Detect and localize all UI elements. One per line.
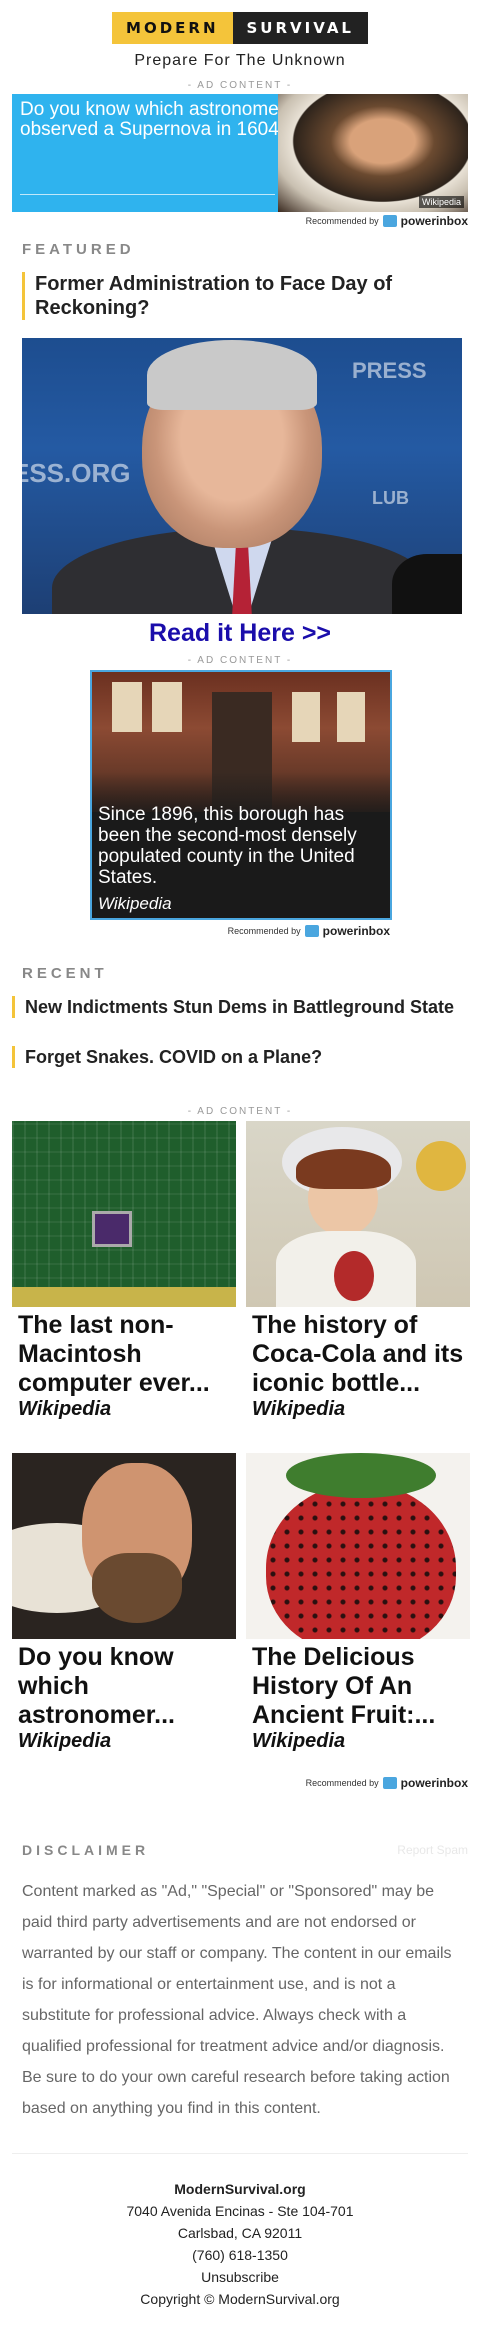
photo-window — [112, 682, 142, 732]
unsubscribe-link[interactable]: Unsubscribe — [0, 2266, 480, 2288]
footer-copyright: Copyright © ModernSurvival.org — [140, 2291, 340, 2307]
footer-site-name: ModernSurvival.org — [174, 2181, 306, 2197]
cpu-chip — [92, 1211, 132, 1247]
grid-ad-strawberry[interactable]: The Delicious History Of An Ancient Frui… — [246, 1453, 470, 1753]
portrait-beard — [92, 1553, 182, 1623]
grid-ad-coca-cola[interactable]: The history of Coca-Cola and its iconic … — [246, 1121, 470, 1421]
read-more-link[interactable]: Read it Here >> — [0, 619, 480, 648]
grid-ad-source: Wikipedia — [18, 1398, 112, 1420]
logo-word-survival: SURVIVAL — [232, 12, 368, 44]
featured-section-label: FEATURED — [22, 241, 135, 258]
recent-item-covid-plane[interactable]: Forget Snakes. COVID on a Plane? — [12, 1046, 468, 1068]
circuit-board-image — [12, 1121, 236, 1307]
grid-ad-source: Wikipedia — [18, 1730, 112, 1752]
powerinbox-brand: powerinbox — [400, 214, 468, 228]
footer-divider — [12, 2153, 468, 2154]
ad-banner-divider — [20, 194, 275, 195]
grid-ad-title: The history of Coca-Cola and its iconic … — [252, 1311, 464, 1397]
grid-ad-source: Wikipedia — [252, 1398, 346, 1420]
featured-headline[interactable]: Former Administration to Face Day of Rec… — [22, 272, 402, 320]
ad-content-label: - AD CONTENT - — [187, 1106, 293, 1117]
footer: ModernSurvival.org 7040 Avenida Encinas … — [0, 2178, 480, 2310]
poster-hair — [296, 1149, 391, 1189]
ad-content-label: - AD CONTENT - — [187, 80, 293, 91]
recommended-by[interactable]: Recommended by powerinbox — [228, 924, 390, 938]
recent-section-label: RECENT — [22, 965, 108, 982]
photo-window — [292, 692, 320, 742]
footer-address-line2: Carlsbad, CA 92011 — [177, 2225, 303, 2241]
backdrop-sign-text: PRESS — [352, 358, 427, 383]
recommended-by[interactable]: Recommended by powerinbox — [306, 214, 468, 228]
ad-box-borough[interactable]: Since 1896, this borough has been the se… — [90, 670, 392, 920]
report-spam-link[interactable]: Report Spam — [397, 1843, 468, 1857]
ad-box-source: Wikipedia — [98, 894, 172, 913]
powerinbox-icon — [382, 1777, 397, 1789]
ad-banner-text: Do you know which astronomer observed a … — [20, 99, 290, 140]
recommended-by[interactable]: Recommended by powerinbox — [306, 1776, 468, 1790]
powerinbox-brand: powerinbox — [322, 924, 390, 938]
recommended-label: Recommended by — [227, 926, 301, 936]
footer-phone: (760) 618-1350 — [192, 2247, 288, 2263]
grid-ad-computer[interactable]: The last non-Macintosh computer ever... … — [12, 1121, 236, 1421]
astronomer-portrait-image — [278, 94, 468, 212]
coca-cola-poster-image — [246, 1121, 470, 1307]
powerinbox-brand: powerinbox — [400, 1776, 468, 1790]
photo-window — [152, 682, 182, 732]
powerinbox-icon — [304, 925, 319, 937]
astronomer-portrait-image — [12, 1453, 236, 1639]
ad-content-label: - AD CONTENT - — [187, 655, 293, 666]
poster-flower — [416, 1141, 466, 1191]
recommended-label: Recommended by — [305, 216, 379, 226]
ad-box-text: Since 1896, this borough has been the se… — [98, 804, 357, 888]
microphone-icon — [392, 554, 462, 614]
footer-address-line1: 7040 Avenida Encinas - Ste 104-701 — [126, 2203, 354, 2219]
featured-photo[interactable]: ESS.ORG PRESS LUB — [22, 338, 462, 614]
strawberry-illustration-image — [246, 1453, 470, 1639]
disclaimer-text: Content marked as "Ad," "Special" or "Sp… — [22, 1883, 452, 2117]
backdrop-sign-text: ESS.ORG — [22, 458, 131, 488]
strawberry-leaves — [286, 1453, 436, 1498]
strawberry-body — [266, 1483, 456, 1639]
tagline: Prepare For The Unknown — [134, 52, 346, 69]
newsletter-header: MODERN SURVIVAL Prepare For The Unknown — [0, 0, 480, 80]
grid-ad-source: Wikipedia — [252, 1730, 346, 1752]
photo-hair — [147, 340, 317, 410]
site-logo[interactable]: MODERN SURVIVAL — [112, 12, 368, 44]
board-edge-connector — [12, 1287, 236, 1307]
ad-banner-source: Wikipedia — [418, 196, 464, 208]
grid-ad-title: The last non-Macintosh computer ever... — [18, 1311, 210, 1397]
recent-item-indictments[interactable]: New Indictments Stun Dems in Battlegroun… — [12, 996, 468, 1018]
grid-ad-title: The Delicious History Of An Ancient Frui… — [252, 1643, 436, 1729]
grid-ad-astronomer[interactable]: Do you know which astronomer... Wikipedi… — [12, 1453, 236, 1753]
recommended-label: Recommended by — [305, 1778, 379, 1788]
poster-logo-badge — [334, 1251, 374, 1301]
backdrop-sign-text: LUB — [372, 488, 409, 508]
powerinbox-icon — [382, 215, 397, 227]
ad-banner-astronomer[interactable]: Do you know which astronomer observed a … — [12, 94, 468, 212]
disclaimer-section-label: DISCLAIMER — [22, 1842, 150, 1858]
photo-window — [337, 692, 365, 742]
logo-word-modern: MODERN — [112, 12, 233, 44]
grid-ad-title: Do you know which astronomer... — [18, 1643, 175, 1729]
